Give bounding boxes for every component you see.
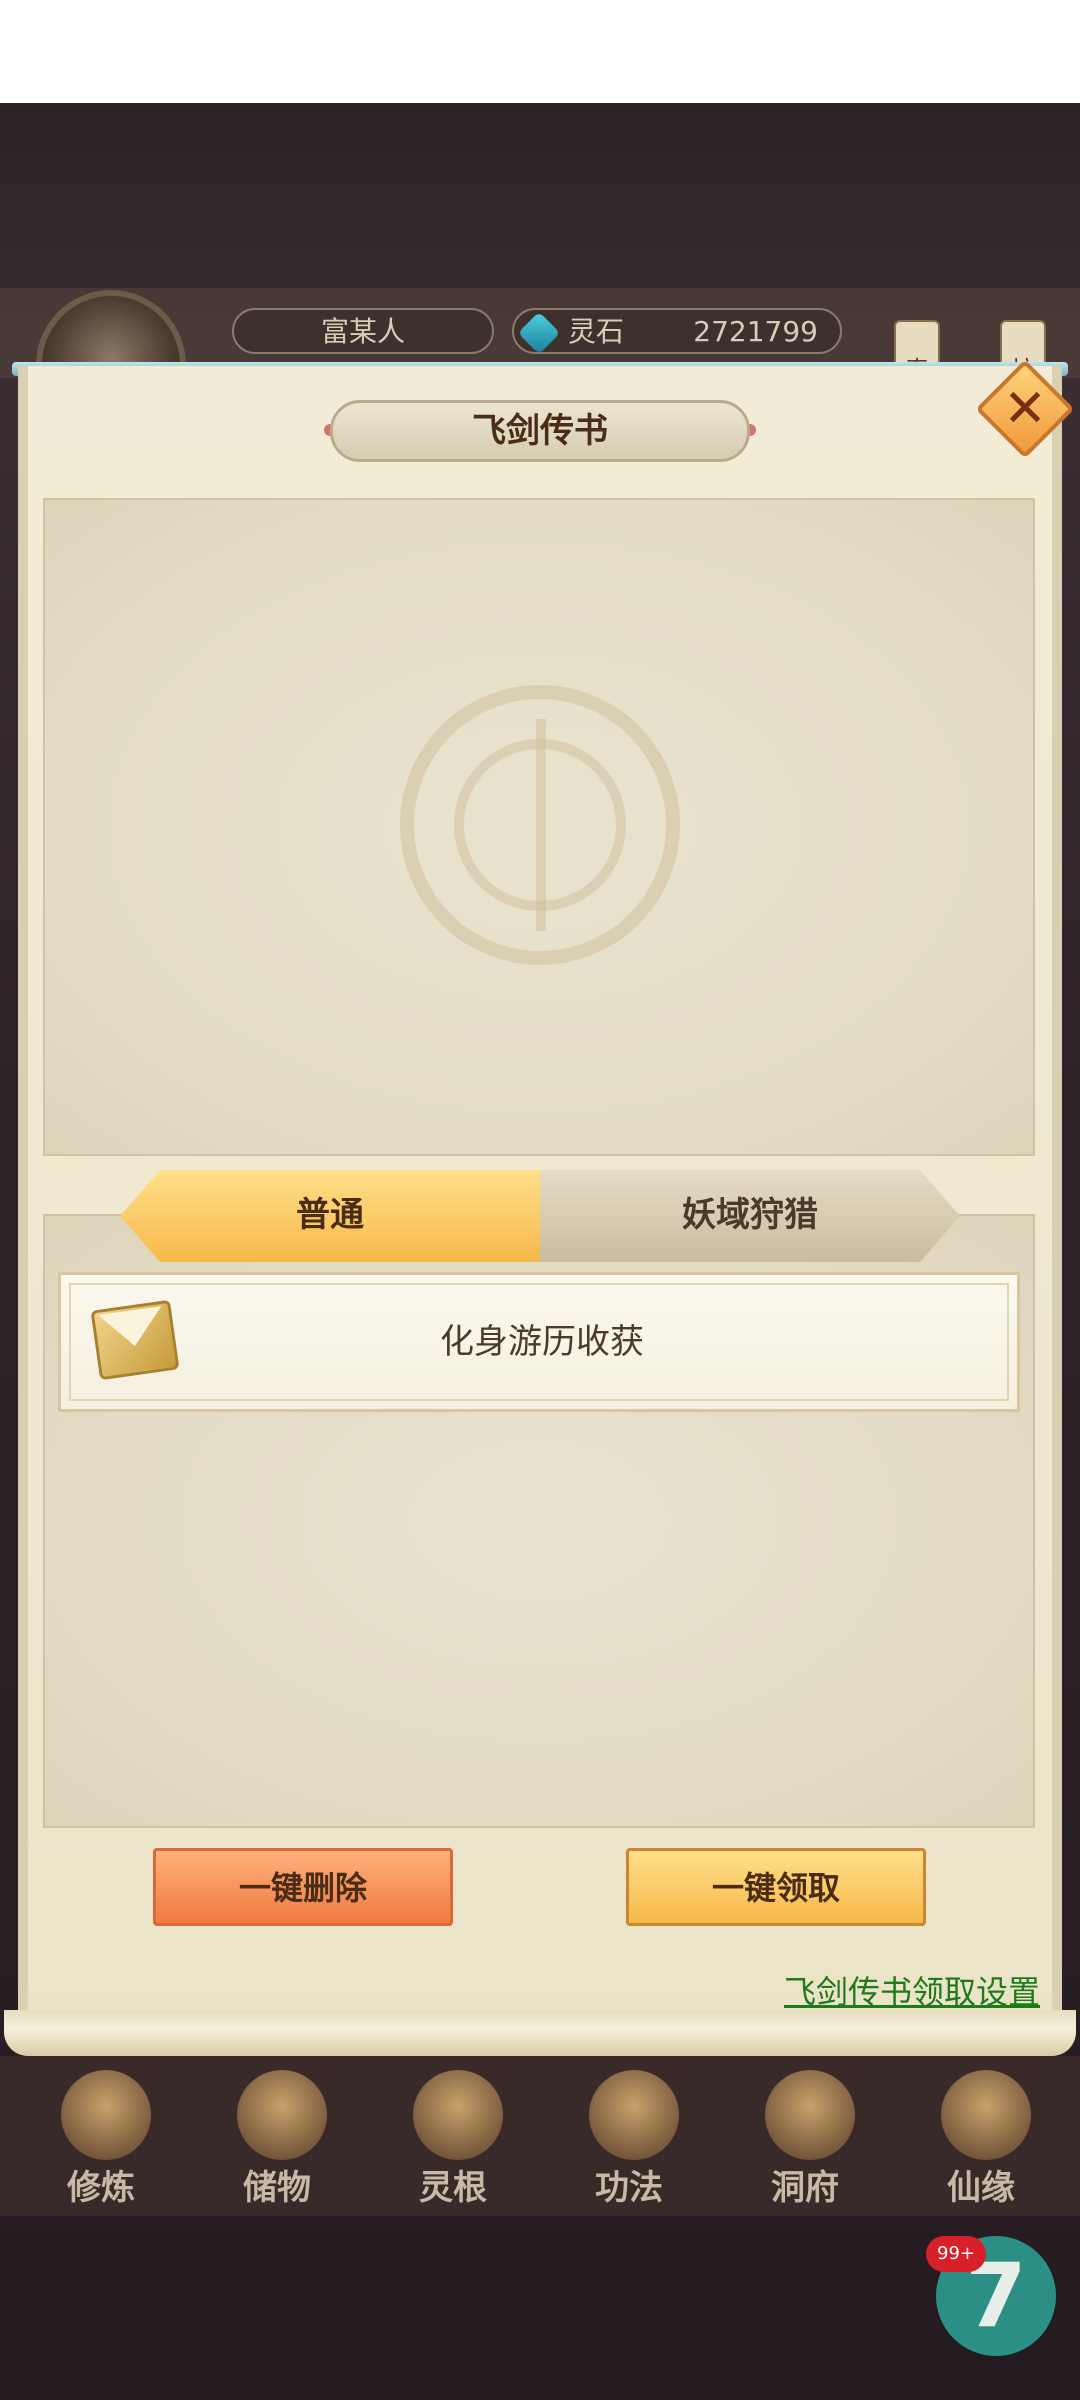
- currency-value: 2721799: [693, 315, 818, 348]
- nav-label: 功法: [595, 2168, 663, 2208]
- cave-dwelling-icon: [765, 2070, 855, 2160]
- cultivate-icon: [61, 2070, 151, 2160]
- spirit-stone-icon: [517, 311, 561, 355]
- nav-label: 修炼: [67, 2168, 135, 2208]
- emblem-center-line: [536, 719, 546, 931]
- scroll-bottom-edge: [4, 2010, 1076, 2056]
- book-icon: [589, 2070, 679, 2160]
- nav-label: 储物: [243, 2168, 311, 2208]
- close-icon[interactable]: ✕: [990, 374, 1060, 444]
- cloud-emblem-icon: [400, 685, 680, 965]
- tab-normal[interactable]: 普通: [120, 1170, 540, 1262]
- list-item[interactable]: 化身游历收获: [58, 1272, 1020, 1412]
- storage-bag-icon: [237, 2070, 327, 2160]
- nav-label: 灵根: [419, 2168, 487, 2208]
- mail-title: 化身游历收获: [440, 1322, 644, 1362]
- nav-label: 洞府: [771, 2168, 839, 2208]
- delete-all-button[interactable]: 一键删除: [153, 1848, 453, 1926]
- notification-badge: 99+: [926, 2236, 986, 2272]
- currency-display: 灵石 2721799: [512, 308, 842, 355]
- mail-preview-area: [43, 498, 1035, 1156]
- player-name: 富某人: [232, 308, 494, 354]
- mail-tabs: 普通 妖域狩猎: [120, 1170, 960, 1262]
- nav-item-cave[interactable]: 洞府: [730, 2070, 880, 2210]
- currency-label: 灵石: [568, 315, 625, 348]
- tab-demon-hunt[interactable]: 妖域狩猎: [540, 1170, 960, 1262]
- dialog-title: 飞剑传书: [330, 400, 750, 462]
- nav-item-spirit-root[interactable]: 灵根: [378, 2070, 528, 2210]
- claim-all-button[interactable]: 一键领取: [626, 1848, 926, 1926]
- status-area: [0, 0, 1080, 103]
- nav-item-cultivate[interactable]: 修炼: [26, 2070, 176, 2210]
- nav-item-techniques[interactable]: 功法: [554, 2070, 704, 2210]
- nav-item-storage[interactable]: 储物: [202, 2070, 352, 2210]
- fortune-gourd-icon: [941, 2070, 1031, 2160]
- nav-item-fortune[interactable]: 仙缘: [906, 2070, 1056, 2210]
- nav-label: 仙缘: [947, 2168, 1015, 2208]
- spirit-root-icon: [413, 2070, 503, 2160]
- claim-settings-link[interactable]: 飞剑传书领取设置: [750, 1970, 1040, 2016]
